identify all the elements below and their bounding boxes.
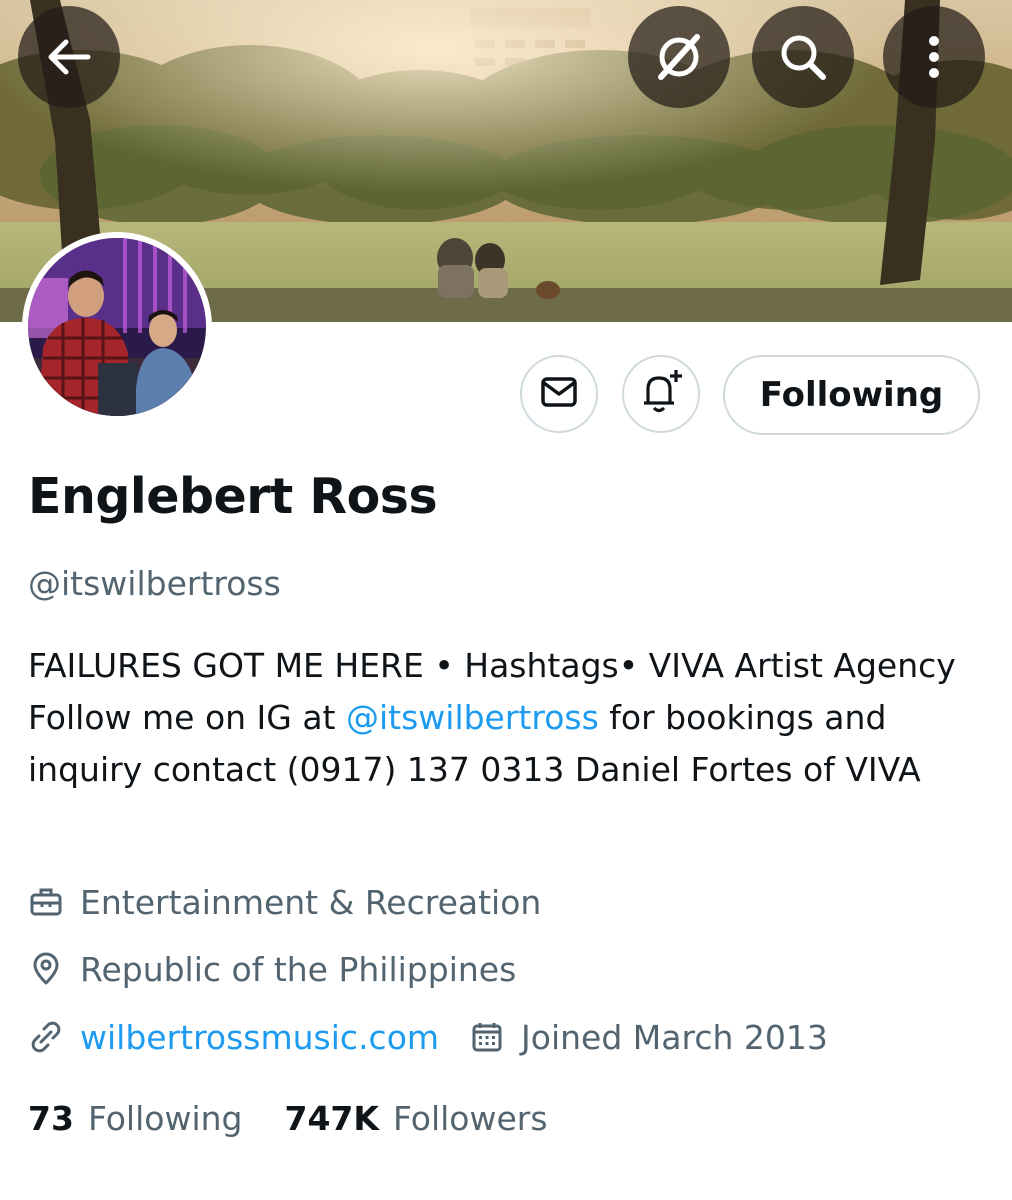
more-button[interactable] [883,6,985,108]
followers-stat[interactable]: 747K Followers [284,1099,547,1138]
category-row: Entertainment & Recreation [28,880,541,924]
follow-stats: 73 Following 747K Followers [28,1094,548,1142]
following-stat[interactable]: 73 Following [28,1099,242,1138]
grok-button[interactable] [628,6,730,108]
search-button[interactable] [752,6,854,108]
followers-label: Followers [392,1098,548,1138]
bell-plus-icon [636,367,686,421]
following-button[interactable]: Following [723,355,980,435]
envelope-icon [538,371,580,417]
avatar[interactable] [22,232,212,422]
briefcase-icon [28,884,64,920]
joined-date-text: Joined March 2013 [521,1017,828,1057]
notifications-button[interactable] [622,355,700,433]
location-row: Republic of the Philippines [28,947,516,991]
calendar-icon [469,1019,505,1055]
search-icon [775,29,831,85]
username-handle: @itswilbertross [28,564,281,603]
website-joined-row: wilbertrossmusic.com Joined March 2013 [28,1015,828,1059]
category-text: Entertainment & Recreation [80,882,542,922]
followers-count: 747K [284,1098,379,1138]
arrow-left-icon [44,32,94,82]
bio-mention-link[interactable]: @itswilbertross [346,698,599,737]
avatar-image [28,238,206,416]
profile-bio: FAILURES GOT ME HERE • Hashtags• VIVA Ar… [28,640,988,796]
following-label: Following [87,1098,243,1138]
location-text: Republic of the Philippines [80,949,517,989]
location-pin-icon [28,951,64,987]
website-link[interactable]: wilbertrossmusic.com [80,1018,439,1057]
more-vertical-icon [924,29,944,85]
back-button[interactable] [18,6,120,108]
following-count: 73 [28,1098,74,1138]
display-name: Englebert Ross [28,468,438,525]
grok-icon [651,29,707,85]
link-icon [28,1019,64,1055]
message-button[interactable] [520,355,598,433]
